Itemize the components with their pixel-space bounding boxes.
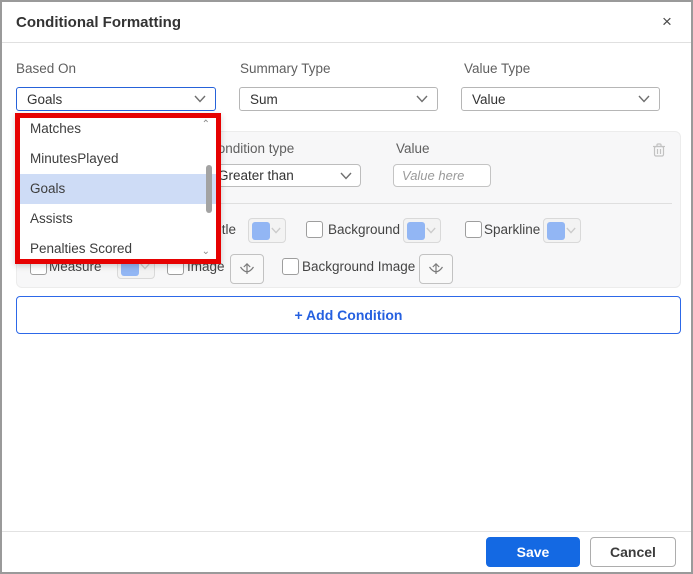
- background-color-picker[interactable]: [403, 218, 441, 243]
- condition-value-input[interactable]: [393, 164, 491, 187]
- add-condition-label: + Add Condition: [294, 307, 403, 323]
- scrollbar-thumb[interactable]: [206, 165, 212, 213]
- scroll-down-icon[interactable]: ⌄: [202, 247, 210, 257]
- summary-type-select-value: Sum: [250, 91, 278, 107]
- condition-type-select-value: Greater than: [218, 168, 294, 183]
- summary-type-label: Summary Type: [240, 61, 331, 76]
- chevron-down-icon: [426, 227, 436, 234]
- chevron-down-icon: [638, 95, 650, 103]
- list-item[interactable]: Matches: [20, 118, 216, 144]
- background-checkbox-label: Background: [328, 222, 401, 237]
- upload-icon: [429, 262, 443, 274]
- sparkline-checkbox-label: Sparkline: [484, 222, 541, 237]
- color-swatch: [407, 222, 425, 240]
- background-image-upload-button[interactable]: [419, 254, 453, 284]
- color-swatch: [547, 222, 565, 240]
- condition-type-select[interactable]: Greater than: [208, 164, 361, 187]
- save-button-label: Save: [516, 544, 550, 560]
- sparkline-checkbox[interactable]: [465, 221, 482, 238]
- chevron-down-icon: [566, 227, 576, 234]
- chevron-down-icon: [416, 95, 428, 103]
- chevron-down-icon: [194, 95, 206, 103]
- scroll-up-icon[interactable]: ⌃: [202, 120, 210, 130]
- list-item[interactable]: Penalties Scored: [20, 234, 216, 259]
- based-on-dropdown-popup: Matches MinutesPlayed Goals Assists Pena…: [20, 118, 216, 259]
- add-condition-button[interactable]: + Add Condition: [16, 296, 681, 334]
- background-checkbox[interactable]: [306, 221, 323, 238]
- background-image-checkbox-label: Background Image: [302, 259, 416, 274]
- cancel-button-label: Cancel: [610, 544, 656, 560]
- based-on-dropdown-popup-annotation: Matches MinutesPlayed Goals Assists Pena…: [15, 113, 221, 264]
- value-type-label: Value Type: [464, 61, 531, 76]
- cancel-button[interactable]: Cancel: [590, 537, 676, 567]
- delete-condition-icon[interactable]: [650, 141, 668, 159]
- conditional-formatting-dialog: Conditional Formatting × Based On Summar…: [0, 0, 693, 574]
- image-upload-button[interactable]: [230, 254, 264, 284]
- dialog-title: Conditional Formatting: [16, 13, 181, 31]
- color-swatch: [252, 222, 270, 240]
- chevron-down-icon: [340, 172, 352, 180]
- list-item[interactable]: Assists: [20, 204, 216, 234]
- based-on-label: Based On: [16, 61, 77, 76]
- upload-icon: [240, 262, 254, 274]
- close-icon[interactable]: ×: [655, 10, 679, 34]
- condition-value-label: Value: [396, 141, 430, 156]
- value-type-select[interactable]: Value: [461, 87, 660, 111]
- dialog-header: Conditional Formatting ×: [2, 2, 691, 43]
- summary-type-select[interactable]: Sum: [239, 87, 438, 111]
- chevron-down-icon: [271, 227, 281, 234]
- based-on-select[interactable]: Goals: [16, 87, 216, 111]
- dialog-footer: Save Cancel: [2, 531, 691, 572]
- save-button[interactable]: Save: [486, 537, 580, 567]
- sparkline-color-picker[interactable]: [543, 218, 581, 243]
- background-image-checkbox[interactable]: [282, 258, 299, 275]
- value-type-select-value: Value: [472, 91, 506, 107]
- title-color-picker[interactable]: [248, 218, 286, 243]
- based-on-select-value: Goals: [27, 91, 63, 107]
- list-item-selected[interactable]: Goals: [20, 174, 216, 204]
- list-item[interactable]: MinutesPlayed: [20, 144, 216, 174]
